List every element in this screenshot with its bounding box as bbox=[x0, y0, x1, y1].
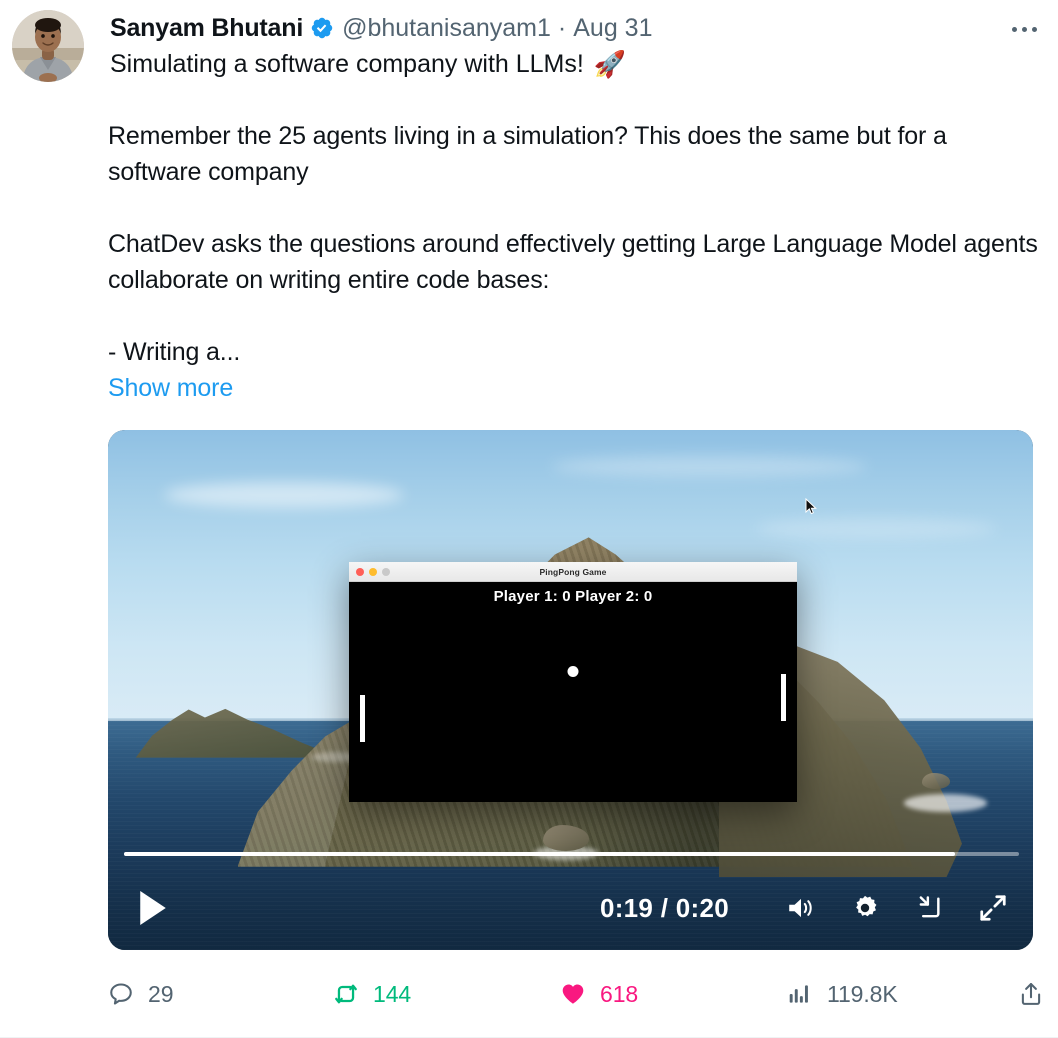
more-dot-3 bbox=[1031, 26, 1037, 32]
share-button[interactable] bbox=[1018, 981, 1044, 1007]
tweet-actions: 29 144 618 119.8K bbox=[108, 968, 1044, 1020]
progress-fill bbox=[124, 852, 955, 856]
avatar-image bbox=[12, 10, 84, 82]
small-rock bbox=[922, 773, 950, 789]
mac-window-title: PingPong Game bbox=[539, 566, 607, 577]
name-line: Sanyam Bhutani @bhutanisanyam1 · Aug 31 bbox=[110, 14, 1038, 43]
tweet-paragraph-2: ChatDev asks the questions around effect… bbox=[108, 230, 1038, 294]
tweet-card: Sanyam Bhutani @bhutanisanyam1 · Aug 31 … bbox=[0, 0, 1058, 1038]
foreground-rock bbox=[542, 825, 589, 852]
surf-1 bbox=[903, 794, 987, 812]
play-button[interactable] bbox=[136, 889, 170, 927]
video-progress-bar[interactable] bbox=[124, 852, 1019, 856]
reply-count: 29 bbox=[148, 980, 174, 1007]
header-text: Sanyam Bhutani @bhutanisanyam1 · Aug 31 … bbox=[110, 10, 1038, 80]
mouse-cursor-icon bbox=[805, 498, 817, 515]
heart-icon bbox=[562, 984, 584, 1004]
tweet-paragraph-3: - Writing a... bbox=[108, 338, 241, 366]
more-dot-2 bbox=[1021, 26, 1027, 32]
repost-icon bbox=[335, 984, 357, 1004]
avatar[interactable] bbox=[12, 10, 84, 82]
pingpong-ball bbox=[567, 666, 579, 677]
like-count: 618 bbox=[600, 980, 639, 1007]
picture-in-picture-icon bbox=[919, 896, 940, 918]
views-button[interactable]: 119.8K bbox=[787, 981, 1018, 1008]
more-dot-1 bbox=[1011, 26, 1017, 32]
tweet-title-text: Simulating a software company with LLMs! bbox=[110, 49, 584, 78]
views-count: 119.8K bbox=[827, 980, 898, 1007]
reply-icon bbox=[110, 983, 132, 1005]
verified-badge-icon bbox=[310, 16, 334, 40]
volume-icon bbox=[789, 898, 812, 918]
repost-count: 144 bbox=[373, 980, 412, 1007]
separator-dot: · bbox=[557, 14, 567, 42]
repost-button[interactable]: 144 bbox=[333, 981, 560, 1008]
reply-button[interactable]: 29 bbox=[108, 981, 333, 1008]
expand-icon bbox=[980, 895, 1006, 921]
video-controls: 0:19 / 0:20 bbox=[108, 866, 1033, 950]
cloud-2 bbox=[552, 456, 867, 477]
cloud-1 bbox=[163, 482, 404, 508]
user-handle[interactable]: @bhutanisanyam1 bbox=[342, 14, 551, 43]
paragraph-gap-2 bbox=[108, 298, 1038, 334]
pingpong-paddle-right bbox=[781, 674, 786, 721]
mac-window-pingpong: PingPong Game Player 1: 0 Player 2: 0 bbox=[349, 562, 797, 802]
tweet-date[interactable]: Aug 31 bbox=[573, 14, 652, 43]
mac-titlebar: PingPong Game bbox=[349, 562, 797, 582]
fullscreen-button[interactable] bbox=[975, 891, 1011, 925]
video-timecode: 0:19 / 0:20 bbox=[599, 892, 729, 923]
display-name[interactable]: Sanyam Bhutani bbox=[110, 14, 303, 43]
show-more-link[interactable]: Show more bbox=[108, 370, 233, 406]
more-options-button[interactable] bbox=[1002, 12, 1046, 46]
pingpong-game-canvas: Player 1: 0 Player 2: 0 bbox=[349, 582, 797, 802]
pingpong-paddle-left bbox=[360, 695, 365, 742]
views-icon bbox=[789, 985, 808, 1003]
picture-in-picture-button[interactable] bbox=[911, 891, 947, 925]
tweet-paragraph-1: Remember the 25 agents living in a simul… bbox=[108, 122, 947, 186]
rocket-emoji-icon: 🚀 bbox=[593, 49, 627, 79]
settings-button[interactable] bbox=[847, 891, 883, 925]
like-button[interactable]: 618 bbox=[560, 981, 787, 1008]
tweet-body: Remember the 25 agents living in a simul… bbox=[108, 118, 1038, 406]
pingpong-score: Player 1: 0 Player 2: 0 bbox=[493, 588, 653, 605]
gear-icon bbox=[856, 895, 877, 917]
volume-button[interactable] bbox=[783, 891, 819, 925]
video-player[interactable]: PingPong Game Player 1: 0 Player 2: 0 0:… bbox=[108, 430, 1033, 950]
tweet-header: Sanyam Bhutani @bhutanisanyam1 · Aug 31 … bbox=[0, 0, 1058, 82]
tweet-title-line: Simulating a software company with LLMs!… bbox=[110, 48, 1038, 81]
paragraph-gap-1 bbox=[108, 190, 1038, 226]
share-icon bbox=[1021, 983, 1041, 1005]
